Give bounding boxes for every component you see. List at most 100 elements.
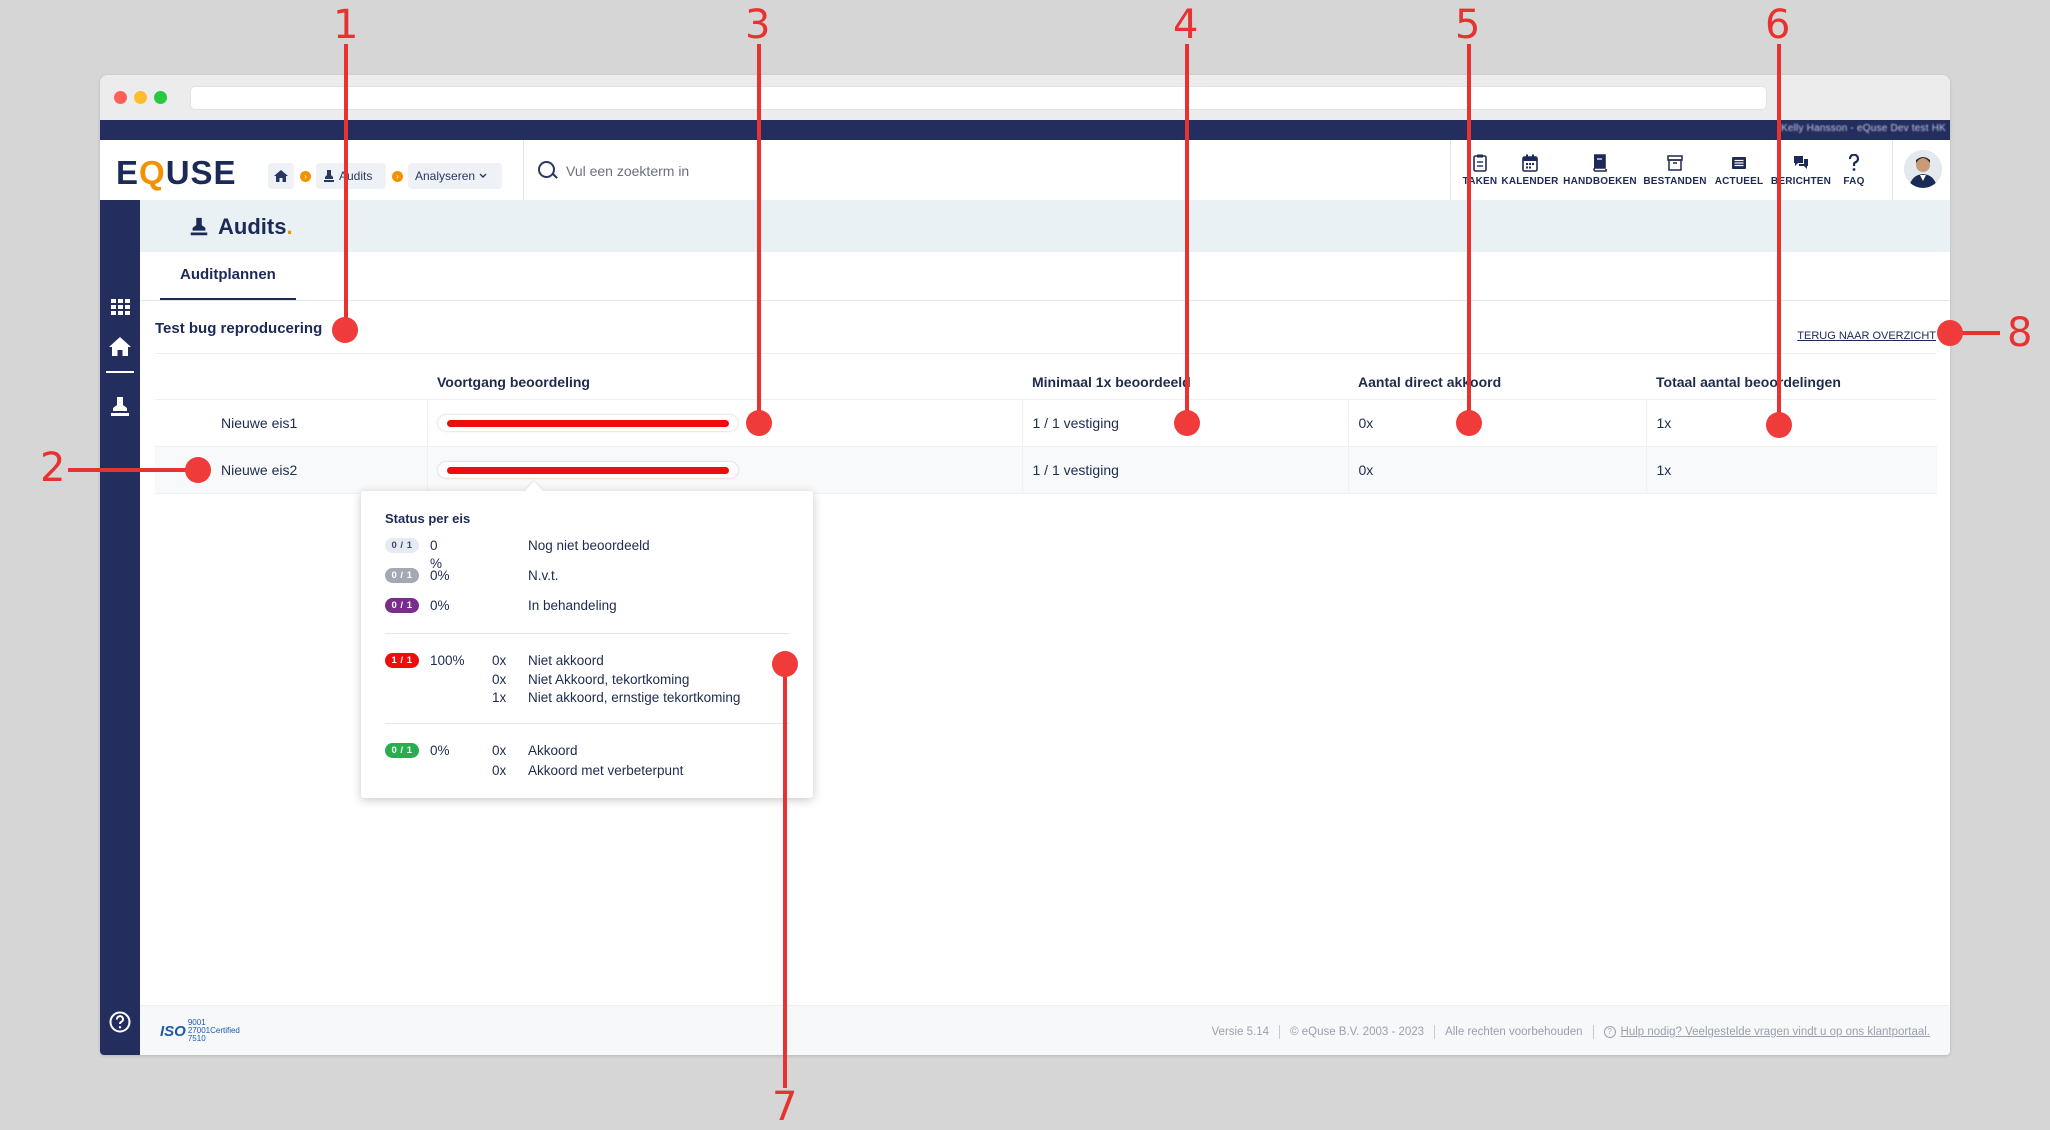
iso-certified-label: Certified xyxy=(210,1026,240,1035)
breadcrumb-audits[interactable]: Audits xyxy=(316,163,386,189)
help-portal-link[interactable]: Hulp nodig? Veelgestelde vragen vindt u … xyxy=(1621,1026,1930,1038)
page-title-text: Audits xyxy=(218,214,287,239)
iso-certification-logo: ISO 9001 27001Certified 7510 xyxy=(160,1019,240,1043)
progress-cell[interactable] xyxy=(426,399,1022,447)
search-input[interactable] xyxy=(564,158,1168,184)
nav-bestanden-label: BESTANDEN xyxy=(1643,175,1707,187)
popover-divider xyxy=(385,633,789,634)
breadcrumb-home[interactable] xyxy=(268,163,294,189)
status-percentage: 100% xyxy=(430,653,465,668)
tasks-icon xyxy=(1473,154,1487,172)
annotation-marker xyxy=(1766,412,1792,438)
help-icon[interactable] xyxy=(108,1010,132,1034)
status-label: In behandeling xyxy=(528,598,617,613)
stamp-icon xyxy=(190,217,208,236)
breadcrumb-analyseren-label: Analyseren xyxy=(415,169,476,183)
status-badge: 0 / 1 xyxy=(385,568,419,583)
status-label: N.v.t. xyxy=(528,568,559,583)
progress-cell[interactable] xyxy=(426,446,1022,494)
avatar[interactable] xyxy=(1904,150,1942,188)
footer: ISO 9001 27001Certified 7510 Versie 5.14… xyxy=(140,1005,1950,1055)
direct-approved-value: 0x xyxy=(1347,399,1646,447)
status-label: Niet akkoord, ernstige tekortkoming xyxy=(528,690,741,705)
footer-info: Versie 5.14 © eQuse B.V. 2003 - 2023 Alle … xyxy=(1212,1025,1930,1039)
column-header-direct-approved: Aantal direct akkoord xyxy=(1348,365,1646,400)
nav-kalender[interactable]: KALENDER xyxy=(1500,140,1560,200)
tab-auditplannen[interactable]: Auditplannen xyxy=(160,252,296,300)
archive-icon xyxy=(1667,154,1683,171)
status-badge: 1 / 1 xyxy=(385,653,419,668)
status-popover: Status per eis 0 / 1 0 % Nog niet beoord… xyxy=(361,481,813,798)
equse-logo[interactable]: EQUSE xyxy=(116,154,237,192)
top-navigation: TAKEN KALENDER HANDBOEKEN BESTANDEN ACTU… xyxy=(1450,140,1890,200)
home-icon xyxy=(274,170,288,182)
table-row[interactable]: Nieuwe eis1 1 / 1 vestiging 0x 1x xyxy=(155,399,1937,447)
sidebar-active-indicator xyxy=(106,371,134,373)
breadcrumb-chevron-icon: › xyxy=(300,171,311,182)
minimize-window-button[interactable] xyxy=(134,91,147,104)
annotation-line xyxy=(757,44,761,422)
nav-handboeken-label: HANDBOEKEN xyxy=(1563,175,1637,187)
annotation-line xyxy=(1185,44,1189,422)
back-to-overview-link[interactable]: TERUG NAAR OVERZICHT xyxy=(1797,330,1936,342)
nav-actueel[interactable]: ACTUEEL xyxy=(1710,140,1768,200)
messages-icon xyxy=(1794,155,1808,169)
status-percentage: 0% xyxy=(430,743,450,758)
home-icon[interactable] xyxy=(108,335,132,359)
footer-version: Versie 5.14 xyxy=(1211,1026,1270,1039)
annotation-line xyxy=(1467,44,1471,422)
progress-bar-fill xyxy=(446,420,729,427)
status-badge: 0 / 1 xyxy=(385,743,419,758)
progress-bar[interactable] xyxy=(437,415,738,431)
tab-bar: Auditplannen xyxy=(140,252,1950,301)
requirement-name: Nieuwe eis1 xyxy=(155,399,427,447)
total-assessments-value: 1x xyxy=(1645,446,1937,494)
iso-label: ISO xyxy=(160,1022,186,1040)
footer-rights: Alle rechten voorbehouden xyxy=(1445,1026,1583,1039)
annotation-label: 4 xyxy=(1173,2,1199,48)
breadcrumb-analyseren-dropdown[interactable]: Analyseren xyxy=(408,163,502,189)
calendar-icon xyxy=(1522,154,1538,172)
annotation-marker xyxy=(772,651,798,677)
nav-actueel-label: ACTUEEL xyxy=(1714,175,1764,187)
close-window-button[interactable] xyxy=(114,91,127,104)
sidebar xyxy=(100,200,140,1055)
nav-bestanden[interactable]: BESTANDEN xyxy=(1640,140,1710,200)
annotation-label: 1 xyxy=(333,2,359,48)
iso-numbers: 9001 27001Certified 7510 xyxy=(188,1019,240,1043)
nav-faq-label: FAQ xyxy=(1843,175,1865,187)
user-avatar-icon xyxy=(1904,150,1942,188)
apps-grid-icon[interactable] xyxy=(108,295,132,319)
nav-handboeken[interactable]: HANDBOEKEN xyxy=(1560,140,1640,200)
question-icon xyxy=(1848,153,1860,171)
direct-approved-value: 0x xyxy=(1347,446,1646,494)
browser-chrome xyxy=(100,75,1950,121)
status-count: 0x xyxy=(492,743,507,758)
address-bar[interactable] xyxy=(190,86,1767,110)
browser-window: Kelly Hansson - eQuse Dev test HK EQUSE … xyxy=(100,75,1950,1055)
annotation-marker xyxy=(746,410,772,436)
annotation-line xyxy=(783,664,787,1088)
nav-faq[interactable]: FAQ xyxy=(1834,140,1874,200)
news-icon xyxy=(1732,156,1746,169)
status-badge: 0 / 1 xyxy=(385,598,419,613)
status-count: 0x xyxy=(492,672,507,687)
annotation-label: 3 xyxy=(745,2,771,48)
annotation-label: 6 xyxy=(1765,2,1791,48)
annotation-marker xyxy=(1937,320,1963,346)
status-percentage: 0% xyxy=(430,598,450,613)
table-row[interactable]: Nieuwe eis2 1 / 1 vestiging 0x 1x xyxy=(155,446,1937,494)
nav-divider-right xyxy=(1892,140,1893,200)
status-count: 1x xyxy=(492,690,507,705)
user-info: Kelly Hansson - eQuse Dev test HK xyxy=(1781,123,1946,134)
progress-bar-fill xyxy=(446,467,729,474)
minimum-assessed-value: 1 / 1 vestiging xyxy=(1021,446,1348,494)
page-title-band: Audits. xyxy=(140,200,1950,252)
maximize-window-button[interactable] xyxy=(154,91,167,104)
annotation-marker xyxy=(1174,410,1200,436)
footer-copyright: © eQuse B.V. 2003 - 2023 xyxy=(1290,1026,1425,1039)
stamp-icon[interactable] xyxy=(108,395,132,419)
nav-taken[interactable]: TAKEN xyxy=(1460,140,1500,200)
progress-bar[interactable] xyxy=(437,462,738,478)
column-header-progress: Voortgang beoordeling xyxy=(427,365,1022,400)
